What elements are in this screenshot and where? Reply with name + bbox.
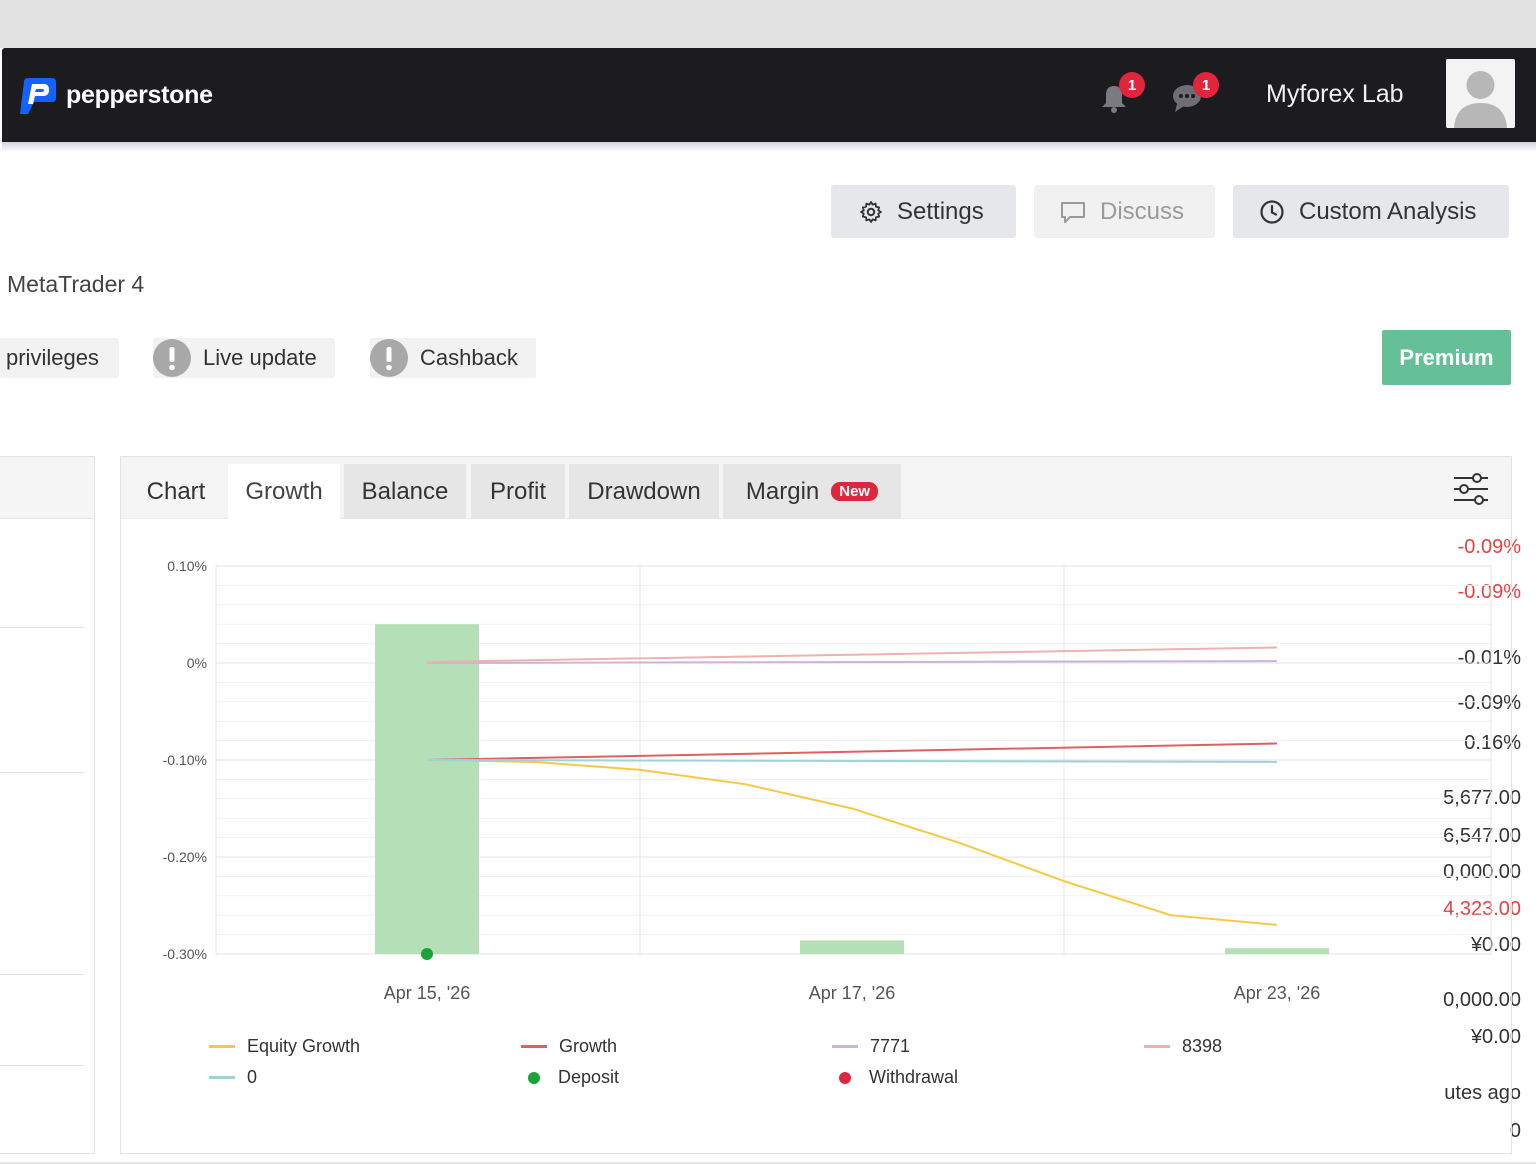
y-tick-label: -0.30%	[163, 946, 207, 962]
legend-label: 0	[247, 1067, 258, 1087]
platform-name: MetaTrader 4	[7, 271, 145, 297]
legend-label: 7771	[870, 1036, 911, 1056]
avatar[interactable]	[1446, 59, 1515, 128]
y-tick-label: 0.10%	[167, 558, 207, 574]
legend-item[interactable]: Deposit	[521, 1067, 619, 1088]
stats-divider	[0, 974, 84, 975]
browser-top-bar	[0, 0, 1536, 48]
brand-logo[interactable]: pepperstone	[16, 74, 213, 116]
chart-bar	[375, 624, 479, 954]
discuss-label: Discuss	[1100, 197, 1185, 225]
user-avatar-icon	[1446, 59, 1515, 128]
legend-item[interactable]: Equity Growth	[209, 1036, 360, 1057]
custom-analysis-label: Custom Analysis	[1299, 197, 1477, 225]
pepperstone-logo-icon	[20, 78, 56, 114]
discuss-button[interactable]: Discuss	[1034, 185, 1215, 238]
privileges-badge[interactable]: privileges	[0, 338, 119, 378]
navbar-shadow	[2, 142, 1536, 152]
legend-item[interactable]: 0	[209, 1067, 257, 1088]
legend-line-swatch	[209, 1045, 235, 1048]
stats-divider	[0, 627, 84, 628]
legend-item[interactable]: Growth	[521, 1036, 617, 1057]
brand-name: pepperstone	[66, 80, 213, 109]
series-line	[426, 742, 1278, 761]
legend-dot-swatch	[839, 1071, 851, 1084]
exclamation-icon	[370, 339, 408, 377]
cashback-label: Cashback	[420, 345, 518, 370]
legend-item[interactable]: Withdrawal	[832, 1067, 958, 1088]
legend-item[interactable]: 8398	[1144, 1036, 1222, 1057]
settings-button[interactable]: Settings	[831, 185, 1016, 238]
legend-label: Withdrawal	[869, 1067, 959, 1087]
legend-item[interactable]: 7771	[832, 1036, 910, 1057]
x-tick-label: Apr 15, '26	[384, 983, 471, 1003]
clock-icon	[1260, 199, 1284, 224]
stats-panel	[0, 456, 95, 1154]
notification-badge: 1	[1119, 72, 1145, 98]
chart-bar	[1225, 948, 1329, 954]
top-navbar: pepperstone 1 1 Myforex Lab	[2, 48, 1536, 142]
legend-line-swatch	[1144, 1045, 1170, 1048]
stats-divider	[0, 1065, 84, 1066]
gear-icon	[860, 200, 882, 223]
legend-line-swatch	[521, 1045, 547, 1048]
series-line	[426, 759, 1278, 926]
exclamation-icon	[153, 339, 191, 377]
legend-label: Growth	[559, 1036, 618, 1056]
legend-label: Deposit	[558, 1067, 620, 1087]
stats-divider	[0, 772, 84, 773]
stats-panel-header	[0, 457, 94, 519]
live-update-badge[interactable]: Live update	[153, 338, 335, 378]
x-tick-label: Apr 17, '26	[809, 983, 896, 1003]
legend-dot-swatch	[528, 1071, 540, 1084]
premium-button[interactable]: Premium	[1382, 330, 1511, 385]
legend-label: Equity Growth	[247, 1036, 361, 1056]
messages-badge: 1	[1193, 72, 1219, 98]
user-name[interactable]: Myforex Lab	[1266, 80, 1404, 109]
custom-analysis-button[interactable]: Custom Analysis	[1233, 185, 1509, 238]
legend-label: 8398	[1182, 1036, 1223, 1056]
privileges-label: privileges	[6, 345, 99, 370]
y-tick-label: 0%	[187, 655, 207, 671]
y-tick-label: -0.10%	[163, 752, 207, 768]
comment-icon	[1061, 201, 1085, 223]
settings-label: Settings	[897, 197, 984, 225]
chart-bar	[800, 940, 904, 954]
legend-line-swatch	[209, 1076, 235, 1079]
legend-line-swatch	[832, 1045, 858, 1048]
series-point	[421, 948, 433, 960]
series-line	[426, 646, 1278, 663]
x-tick-label: Apr 23, '26	[1234, 983, 1321, 1003]
chart-card: Chart Growth Balance Profit Drawdown Mar…	[120, 456, 1512, 1154]
y-tick-label: -0.20%	[163, 849, 207, 865]
live-update-label: Live update	[203, 345, 317, 370]
cashback-badge[interactable]: Cashback	[370, 338, 536, 378]
